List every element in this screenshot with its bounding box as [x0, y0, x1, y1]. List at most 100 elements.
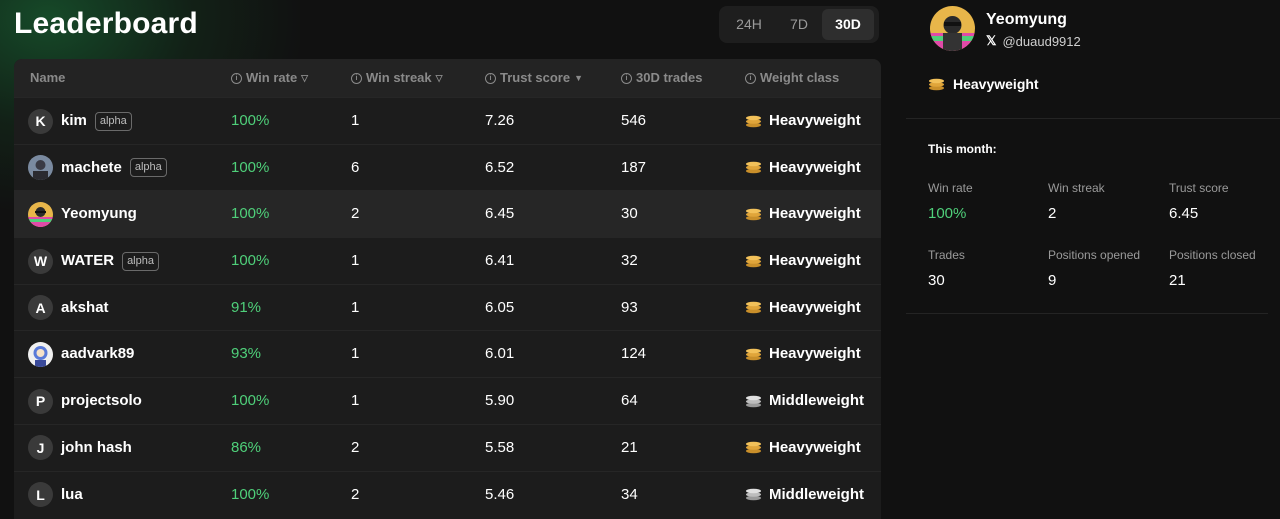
table-row[interactable]: Llua 100% 2 5.46 34 Middleweight	[14, 470, 881, 518]
header-weight-class[interactable]: i Weight class	[745, 59, 839, 97]
avatar[interactable]	[28, 155, 53, 181]
stat-value: 6.45	[1169, 205, 1199, 222]
stat-value: 2	[1048, 205, 1057, 222]
info-icon: i	[485, 72, 496, 84]
username[interactable]: aadvark89	[61, 331, 134, 377]
trust-score-cell: 7.26	[485, 112, 515, 129]
sort-down-outline-icon: ▽	[435, 73, 443, 83]
avatar[interactable]: L	[28, 482, 53, 507]
weight-class-label: Heavyweight	[769, 438, 861, 456]
trust-score-cell: 5.46	[485, 485, 515, 503]
name-cell: Pprojectsolo	[28, 378, 142, 424]
header-trust-score-label: Trust score	[500, 70, 571, 85]
name-cell: Kkim alpha	[28, 98, 132, 144]
period-7d-button[interactable]: 7D	[776, 9, 822, 40]
win-rate-cell: 100%	[231, 205, 270, 223]
header-win-streak-label: Win streak	[366, 70, 432, 85]
username[interactable]: Yeomyung	[61, 191, 137, 237]
weight-class-label: Heavyweight	[769, 345, 861, 363]
name-cell: Yeomyung	[28, 191, 137, 237]
name-cell: machete alpha	[28, 145, 167, 191]
info-icon: i	[351, 72, 362, 84]
gold-coins-icon	[746, 348, 761, 361]
username[interactable]: akshat	[61, 285, 109, 331]
info-icon: i	[231, 72, 242, 84]
trades-cell: 32	[621, 252, 638, 270]
header-win-rate[interactable]: i Win rate ▽	[231, 59, 308, 97]
silver-coins-icon	[746, 395, 761, 407]
avatar-initial: K	[35, 113, 46, 129]
header-trust-score[interactable]: i Trust score ▼	[485, 59, 583, 97]
stat-trust-score: Trust score 6.45	[1169, 181, 1229, 222]
win-rate-cell: 100%	[231, 392, 270, 410]
stat-win-rate: Win rate 100%	[928, 181, 973, 222]
gold-coins-icon	[746, 161, 761, 174]
avatar-initial: J	[36, 439, 45, 456]
trust-score-cell: 5.90	[485, 392, 515, 410]
period-24h-button[interactable]: 24H	[722, 9, 776, 40]
page-title: Leaderboard	[14, 7, 198, 40]
header-name-label: Name	[30, 70, 66, 85]
avatar-initial: L	[36, 486, 45, 503]
table-row[interactable]: Jjohn hash 86% 2 5.58 21 Heavyweight	[14, 423, 881, 471]
profile-handle-link[interactable]: 𝕏 @duaud9912	[986, 33, 1081, 49]
month-label: This month:	[928, 142, 997, 156]
table-row[interactable]: machete alpha 100% 6 6.52 187 Heavyweight	[14, 143, 881, 191]
period-30d-button[interactable]: 30D	[822, 9, 874, 40]
avatar[interactable]: K	[28, 108, 53, 134]
win-rate-cell: 100%	[231, 252, 270, 270]
header-win-streak[interactable]: i Win streak ▽	[351, 59, 443, 97]
table-row[interactable]: W WATER alpha 100% 1 6.41 32 Heavyweight	[14, 237, 881, 284]
stat-value: 30	[928, 272, 945, 289]
stat-label: Trades	[928, 248, 965, 262]
win-rate-cell: 91%	[231, 298, 262, 316]
username[interactable]: kim	[61, 98, 87, 144]
leaderboard-table: Name i Win rate ▽ i Win streak ▽ i Trust…	[14, 59, 881, 519]
username[interactable]: WATER	[61, 238, 114, 284]
alpha-badge: alpha	[129, 158, 167, 178]
win-rate-cell: 100%	[231, 112, 270, 129]
header-name[interactable]: Name	[30, 59, 65, 97]
avatar[interactable]: A	[28, 295, 53, 321]
profile-avatar-image	[930, 6, 975, 51]
name-cell: Llua	[28, 472, 83, 518]
username[interactable]: projectsolo	[61, 378, 142, 424]
avatar[interactable]: P	[28, 388, 53, 414]
avatar[interactable]	[28, 201, 53, 227]
stat-label: Win rate	[928, 181, 973, 195]
trust-score-cell: 6.41	[485, 252, 515, 270]
trades-cell: 546	[621, 112, 647, 129]
table-row[interactable]: Kkim alpha 100% 1 7.26 546 Heavyweight	[14, 97, 881, 144]
win-streak-cell: 2	[351, 485, 360, 503]
win-streak-cell: 1	[351, 112, 360, 129]
win-streak-cell: 1	[351, 392, 360, 410]
username[interactable]: machete	[61, 145, 122, 191]
trust-score-cell: 6.05	[485, 298, 515, 316]
stat-positions-closed: Positions closed 21	[1169, 248, 1256, 289]
avatar-initial: A	[35, 299, 46, 316]
name-cell: W WATER alpha	[28, 238, 159, 284]
username[interactable]: john hash	[61, 425, 132, 471]
header-trades[interactable]: i 30D trades	[621, 59, 702, 97]
table-row[interactable]: Aakshat 91% 1 6.05 93 Heavyweight	[14, 283, 881, 331]
trust-score-cell: 6.52	[485, 158, 515, 176]
avatar[interactable]: J	[28, 435, 53, 461]
trades-cell: 21	[621, 438, 638, 456]
avatar[interactable]: W	[28, 248, 53, 274]
weight-class-label: Heavyweight	[769, 252, 861, 270]
table-row[interactable]: Pprojectsolo 100% 1 5.90 64 Middleweight	[14, 377, 881, 424]
user-photo-icon	[28, 201, 53, 227]
divider	[906, 118, 1280, 119]
profile-avatar[interactable]	[930, 6, 975, 51]
alpha-badge: alpha	[122, 251, 159, 271]
user-photo-icon	[28, 341, 53, 367]
table-row[interactable]: aadvark89 93% 1 6.01 124 Heavyweight	[14, 330, 881, 377]
divider	[906, 313, 1268, 314]
weight-class-label: Heavyweight	[769, 158, 861, 176]
username[interactable]: lua	[61, 472, 83, 518]
stat-label: Trust score	[1169, 181, 1229, 195]
info-icon: i	[745, 72, 756, 84]
alpha-badge: alpha	[94, 111, 132, 131]
table-row[interactable]: Yeomyung 100% 2 6.45 30 Heavyweight	[14, 190, 881, 238]
avatar[interactable]	[28, 341, 53, 367]
